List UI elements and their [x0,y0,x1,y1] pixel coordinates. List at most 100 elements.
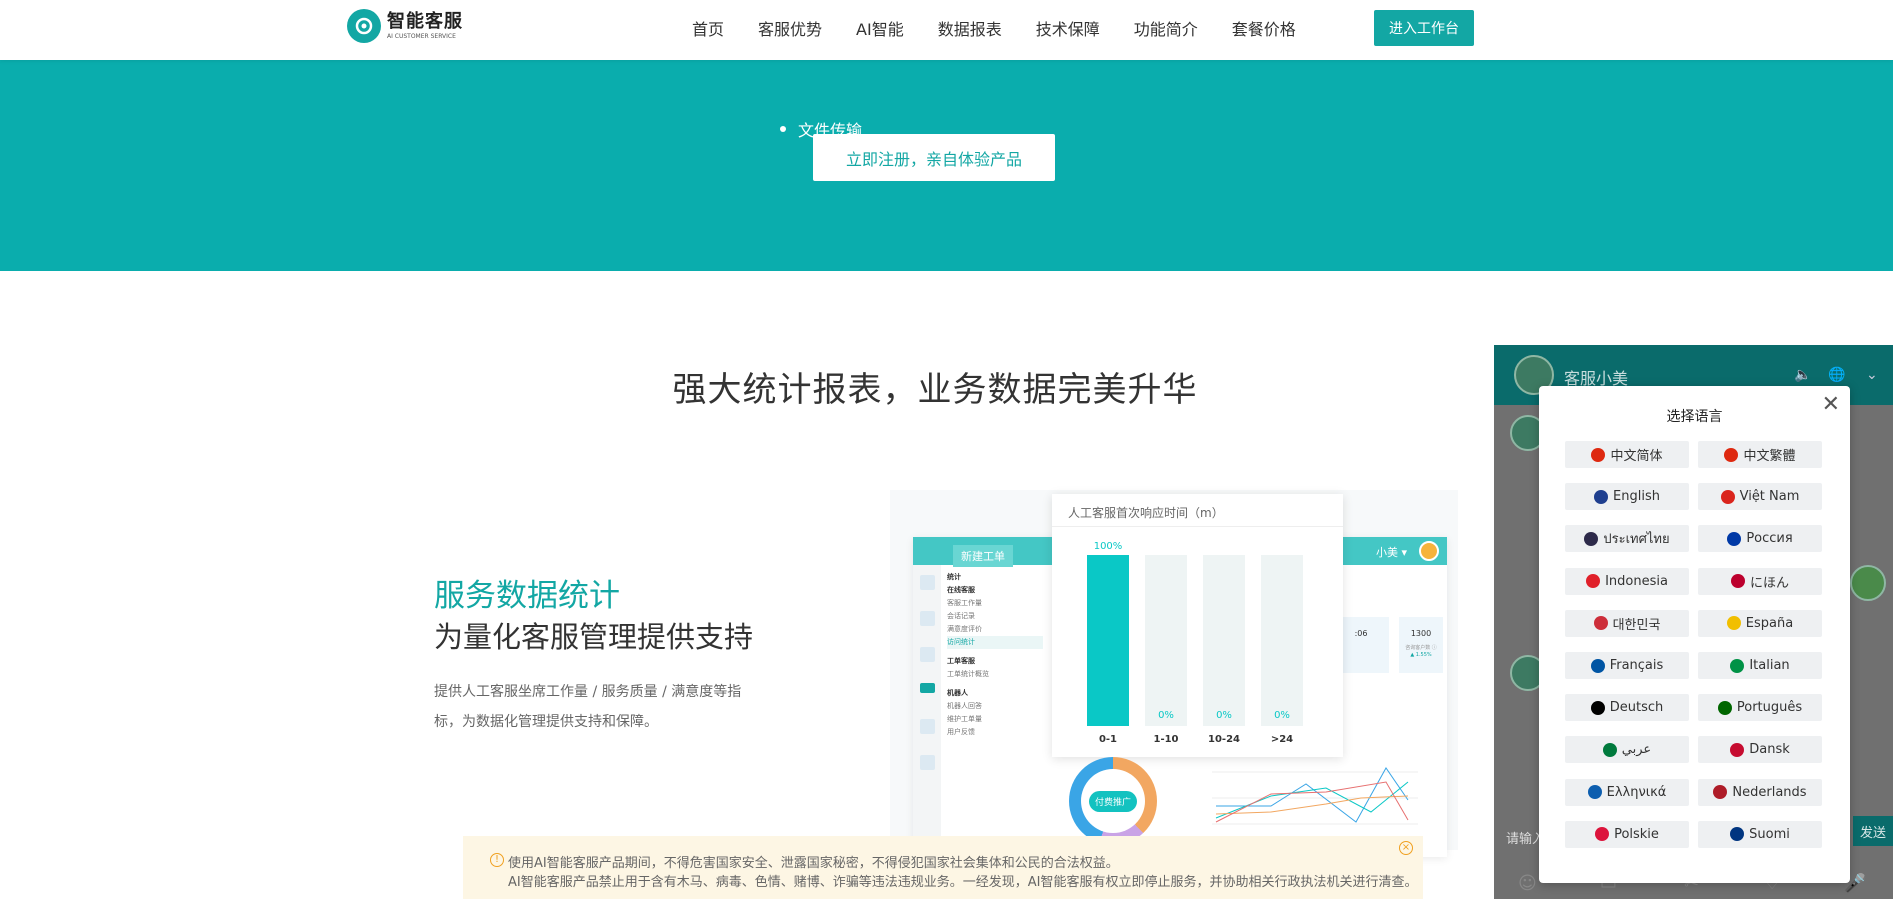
main-nav: 首页 客服优势 AI智能 数据报表 技术保障 功能简介 套餐价格 [692,0,1330,56]
language-option[interactable]: Ελληνικά [1565,778,1689,806]
language-option[interactable]: España [1698,609,1822,637]
bar-category-label: 1-10 [1153,734,1179,745]
language-option[interactable]: Polskie [1565,820,1689,848]
bar-value-label: 0% [1216,710,1232,721]
mock-menu-item: 会话记录 [947,612,975,620]
bar-value-label: 100% [1093,541,1123,552]
nav-tech[interactable]: 技术保障 [1036,16,1100,40]
mock-side-icon [920,647,935,662]
mock-sidebar [913,565,941,857]
language-option[interactable]: Português [1698,694,1822,722]
warning-icon: ! [490,853,504,867]
mock-avatar [1419,541,1439,561]
language-label: Français [1609,658,1664,673]
nav-home[interactable]: 首页 [692,16,724,40]
language-option[interactable]: Nederlands [1698,778,1822,806]
feature-title: 服务数据统计 [434,578,620,614]
language-modal-title: 选择语言 [1666,409,1723,425]
language-option[interactable]: Suomi [1698,820,1822,848]
bar-track [1087,555,1129,726]
nav-features[interactable]: 功能简介 [1134,16,1198,40]
flag-icon [1727,531,1742,546]
top-navbar: 智能客服 AI CUSTOMER SERVICE 首页 客服优势 AI智能 数据… [0,0,1893,60]
flag-icon [1593,616,1608,631]
enter-workspace-button[interactable]: 进入工作台 [1374,10,1474,46]
mock-menu-item-selected: 访问统计 [947,636,1043,649]
logo-icon [347,9,381,43]
mock-menu: 统计 在线客服 客服工作量 会话记录 满意度评价 访问统计 工单客服 工单统计概… [947,571,1043,739]
flag-icon [1730,574,1745,589]
language-option[interactable]: にほん [1698,567,1822,595]
language-label: English [1613,489,1660,505]
flag-icon [1590,700,1605,715]
language-option[interactable]: Deutsch [1565,694,1689,722]
flag-icon [1590,658,1605,673]
chevron-down-icon[interactable]: ⌄ [1866,367,1878,383]
language-option[interactable]: English [1565,483,1689,511]
mock-menu-item: 用户反馈 [947,728,975,736]
flag-icon [1720,489,1735,504]
bar-category-label: >24 [1270,734,1294,745]
mock-user: 小美 ▾ [1375,546,1407,559]
language-option[interactable]: Indonesia [1565,567,1689,595]
notice-bar: ! 使用AI智能客服产品期间，不得危害国家安全、泄露国家秘密，不得侵犯国家社会集… [463,836,1423,899]
line-series [1216,767,1409,823]
mock-menu-head: 统计 [947,573,961,581]
emoji-icon[interactable]: ☺ [1518,873,1537,894]
nav-ai[interactable]: AI智能 [856,16,904,40]
flag-icon [1730,827,1745,842]
nav-reports[interactable]: 数据报表 [938,16,1002,40]
language-label: Suomi [1749,826,1790,842]
language-option[interactable]: Français [1565,652,1689,679]
divider [1052,526,1343,527]
language-option[interactable]: 中文繁體 [1698,441,1822,468]
mock-side-icon [920,575,935,590]
close-icon[interactable]: × [1399,841,1413,855]
speaker-icon[interactable]: 🔈 [1794,367,1811,383]
flag-icon [1730,658,1745,673]
language-option[interactable]: ประเทศไทย [1565,525,1689,553]
flag-icon [1724,447,1739,462]
nav-pricing[interactable]: 套餐价格 [1232,16,1296,40]
user-avatar [1850,565,1886,601]
mock-stat-value: :06 [1354,629,1368,638]
register-button[interactable]: 立即注册，亲自体验产品 [813,134,1055,181]
bar-value-label: 0% [1158,710,1174,721]
language-option[interactable]: Россия [1698,525,1822,553]
language-option[interactable]: Italian [1698,652,1822,679]
language-label: にほん [1749,575,1789,591]
bar-category-label: 0-1 [1098,734,1118,745]
language-label: Italian [1749,658,1790,673]
language-option[interactable]: Dansk [1698,736,1822,764]
notice-line-2: AI智能客服产品禁止用于含有木马、病毒、色情、赌博、诈骗等违法违规业务。一经发现… [508,875,1418,890]
flag-icon [1602,742,1617,757]
mock-menu-item: 客服工作量 [947,599,982,607]
mock-menu-item: 机器人回答 [947,702,982,710]
flag-icon [1584,531,1599,546]
language-option[interactable]: 대한민국 [1565,609,1689,637]
language-label: ประเทศไทย [1603,532,1670,548]
language-option[interactable]: Việt Nam [1698,483,1822,511]
language-option[interactable]: 中文简体 [1565,441,1689,468]
nav-advantages[interactable]: 客服优势 [758,16,822,40]
language-label: Россия [1746,531,1793,547]
donut-label: 付费推广 [1088,790,1137,812]
mock-menu-head: 在线客服 [947,586,975,594]
flag-icon [1717,700,1732,715]
mock-new-ticket: 新建工单 [953,545,1013,567]
logo[interactable]: 智能客服 AI CUSTOMER SERVICE [347,9,463,43]
close-icon[interactable]: ✕ [1822,394,1840,416]
mock-menu-item: 满意度评价 [947,625,982,633]
language-label: Polskie [1614,826,1659,842]
send-button[interactable]: 发送 [1853,816,1893,846]
globe-icon[interactable]: 🌐 [1828,367,1845,383]
mock-menu-item: 维护工单量 [947,715,982,723]
mock-stats-icon [920,683,935,693]
donut-hole: 付费推广 [1081,769,1145,833]
mock-stat-change: ▲ 1.55% [1410,652,1432,658]
language-label: Dansk [1749,742,1790,758]
mock-stat-card: 1300 咨询客户数 ⓘ ▲ 1.55% [1399,617,1443,673]
logo-title: 智能客服 [387,10,463,32]
flag-icon [1726,616,1741,631]
language-option[interactable]: عربي [1565,736,1689,764]
